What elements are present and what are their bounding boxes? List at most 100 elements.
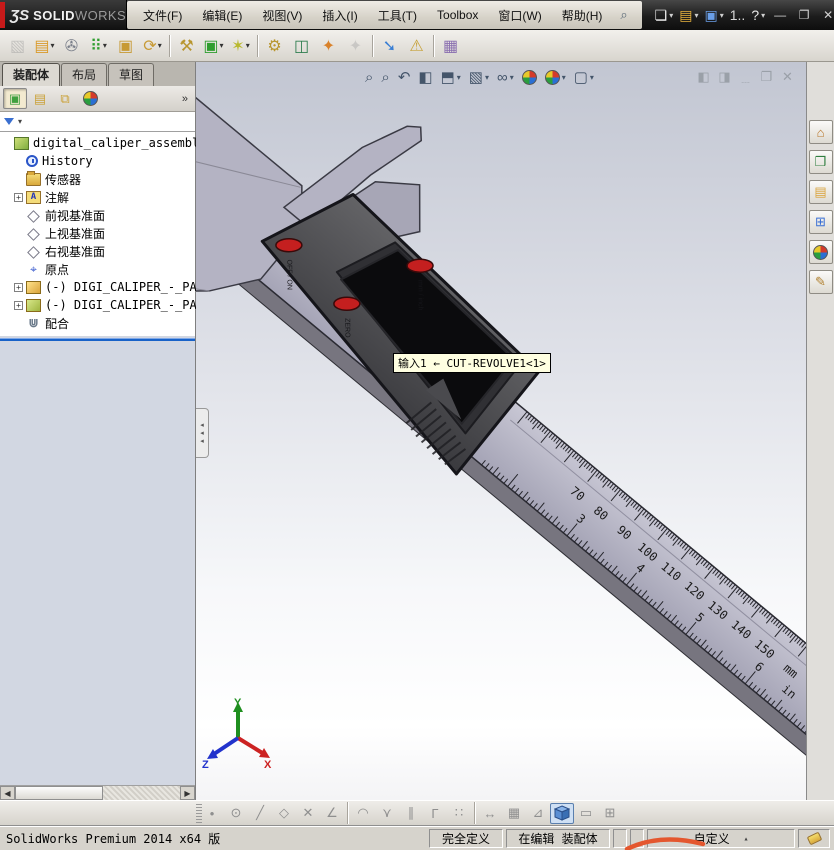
menu-item-5[interactable]: Toolbox <box>427 8 488 22</box>
menu-item-0[interactable]: 文件(F) <box>133 7 192 24</box>
panel-collapse-handle[interactable]: ◂ ◂ ◂ <box>196 408 209 458</box>
dimension-button[interactable]: ↔ <box>478 803 502 824</box>
scroll-thumb[interactable] <box>15 786 103 800</box>
graphics-viewport[interactable]: 70 80 90 100 110 120 130 140 150 mm 3 4 5 6 in <box>196 62 806 800</box>
tree-filter-row[interactable]: ▾ <box>0 112 195 132</box>
sketch-x-button[interactable]: ✕ <box>296 803 320 824</box>
caliper-units-button[interactable] <box>406 258 434 273</box>
view-palette-button[interactable]: ⊞ <box>808 210 833 234</box>
move-component-button[interactable]: ⟳ ▾ <box>139 33 166 59</box>
edit-appearance-button[interactable] <box>518 65 541 89</box>
menu-item-3[interactable]: 插入(I) <box>312 7 367 24</box>
file-explorer-button[interactable]: ▤ <box>808 180 833 204</box>
save-button[interactable]: ▣ ▾ <box>705 7 724 24</box>
help-button[interactable]: ? ▾ <box>751 7 765 23</box>
manager-tabs-overflow[interactable]: » <box>182 93 192 105</box>
menu-item-7[interactable]: 帮助(H) <box>552 7 613 24</box>
viewport-grid-button[interactable]: ⊞ <box>598 803 622 824</box>
show-hidden-components-button[interactable]: ◫ <box>288 33 315 59</box>
sketch-circle-button[interactable]: ⊙ <box>224 803 248 824</box>
doc-close-button[interactable]: ✕ <box>777 69 798 85</box>
tile-right-button[interactable]: ◨ <box>714 69 735 85</box>
tree-part-1[interactable]: + (-) DIGI_CALIPER_-_PART_1 <box>0 278 226 296</box>
assembly-features-button[interactable]: ⚒ <box>173 33 200 59</box>
preview-window-button[interactable]: ▦ <box>437 33 464 59</box>
status-custom-cell[interactable]: 自定义 ▴ <box>647 828 795 848</box>
close-button[interactable]: ✕ <box>816 8 834 22</box>
tree-top-plane[interactable]: 上视基准面 <box>0 224 195 242</box>
tree-expander-icon[interactable]: + <box>14 192 23 202</box>
menu-item-2[interactable]: 视图(V) <box>252 7 312 24</box>
displaymanager-tab[interactable] <box>78 88 102 109</box>
tree-expander-icon[interactable]: + <box>14 282 23 292</box>
custom-properties-button[interactable]: ✎ <box>808 270 833 294</box>
caliper-3d-model[interactable]: 708090100110120130140150mm 3456in OFF / … <box>196 62 806 800</box>
linear-component-pattern-button[interactable]: ⠿ ▾ <box>85 33 112 59</box>
panel-scrollbar[interactable]: ◀ ▶ <box>0 785 195 800</box>
restore-button[interactable]: ❐ <box>792 8 816 22</box>
reference-geometry-button[interactable]: ✶ ▾ <box>227 33 254 59</box>
scroll-left-button[interactable]: ◀ <box>0 786 15 800</box>
tree-sensors[interactable]: 传感器 <box>0 170 195 188</box>
caliper-power-button[interactable] <box>275 237 303 253</box>
zoom-to-fit-button[interactable]: ⌕ <box>361 65 377 89</box>
menu-search-icon[interactable]: ⌕ <box>612 7 635 23</box>
new-motion-study-button[interactable]: ⚙ <box>261 33 288 59</box>
doc-minimize-button[interactable]: ﹍ <box>735 67 756 86</box>
snap-tangent-button[interactable]: ◠ <box>351 803 375 824</box>
appearances-button[interactable] <box>808 240 833 264</box>
previous-view-button[interactable]: ↶ <box>394 65 415 89</box>
edit-component-button[interactable]: ▣ ▾ <box>200 33 227 59</box>
scroll-right-button[interactable]: ▶ <box>180 786 195 800</box>
hide-show-items-button[interactable]: ∞ ▾ <box>493 65 518 89</box>
tab-sketch[interactable]: 草图 <box>108 63 155 86</box>
open-file-button[interactable]: ▤ ▾ <box>679 7 698 24</box>
sketch-polygon-button[interactable]: ◇ <box>272 803 296 824</box>
configurationmanager-tab[interactable]: ⧉ <box>53 88 77 109</box>
minimize-button[interactable]: — <box>768 8 792 22</box>
toolbar-drag-handle[interactable] <box>196 804 202 823</box>
viewport-single-button[interactable]: ▭ <box>574 803 598 824</box>
tree-front-plane[interactable]: 前视基准面 <box>0 206 195 224</box>
doc-restore-button[interactable]: ❐ <box>756 69 777 85</box>
tree-history[interactable]: History <box>0 152 195 170</box>
tree-right-plane[interactable]: 右视基准面 <box>0 242 195 260</box>
new-file-button[interactable]: ❏ ▾ <box>655 7 674 24</box>
view-settings-button[interactable]: ▢ ▾ <box>570 65 598 89</box>
tree-part-2[interactable]: + (-) DIGI_CALIPER_-_PART_2 <box>0 296 226 314</box>
view-orientation-button[interactable]: ⬒ ▾ <box>437 65 465 89</box>
open-component-button[interactable]: ▤ ▾ <box>31 33 58 59</box>
sketch-point-button[interactable]: • <box>200 803 224 824</box>
interference-detection-button[interactable]: ⚠ <box>403 33 430 59</box>
snap-parallel-button[interactable]: ∥ <box>399 803 423 824</box>
status-tag-cell[interactable] <box>798 828 830 848</box>
propertymanager-tab[interactable]: ▤ <box>28 88 52 109</box>
zoom-to-area-button[interactable]: ⌕ <box>377 65 393 89</box>
snap-intersection-button[interactable]: ⋎ <box>375 803 399 824</box>
snap-points-button[interactable]: ∷ <box>447 803 471 824</box>
section-view-button[interactable]: ◧ <box>414 65 436 89</box>
tree-origin[interactable]: ⌖ 原点 <box>0 260 195 278</box>
display-style-button[interactable]: ▧ ▾ <box>465 65 493 89</box>
caliper-zero-button[interactable] <box>333 296 361 311</box>
menu-item-1[interactable]: 编辑(E) <box>192 7 252 24</box>
apply-scene-button[interactable]: ▾ <box>541 65 570 89</box>
sketch-angle-button[interactable]: ∠ <box>320 803 344 824</box>
menu-item-4[interactable]: 工具(T) <box>368 7 427 24</box>
design-library-button[interactable]: ❒ <box>808 150 833 174</box>
tab-layout[interactable]: 布局 <box>61 63 108 86</box>
curvature-button[interactable]: ➘ <box>376 33 403 59</box>
scroll-track[interactable] <box>103 786 180 800</box>
quick-overflow[interactable]: 1.. <box>730 7 746 23</box>
exploded-view-button[interactable]: ✦ <box>315 33 342 59</box>
tree-annotations[interactable]: + A 注解 <box>0 188 195 206</box>
sketch-line-button[interactable]: ╱ <box>248 803 272 824</box>
menu-item-6[interactable]: 窗口(W) <box>488 7 551 24</box>
grid-button[interactable]: ▦ <box>502 803 526 824</box>
tile-left-button[interactable]: ◧ <box>693 69 714 85</box>
tree-mates[interactable]: ⋓ 配合 <box>0 314 195 332</box>
solidworks-resources-button[interactable]: ⌂ <box>808 120 833 144</box>
shaded-cube-button[interactable] <box>550 802 574 824</box>
tab-assembly[interactable]: 装配体 <box>2 63 61 86</box>
featuremanager-tab[interactable]: ▣ <box>3 88 27 109</box>
